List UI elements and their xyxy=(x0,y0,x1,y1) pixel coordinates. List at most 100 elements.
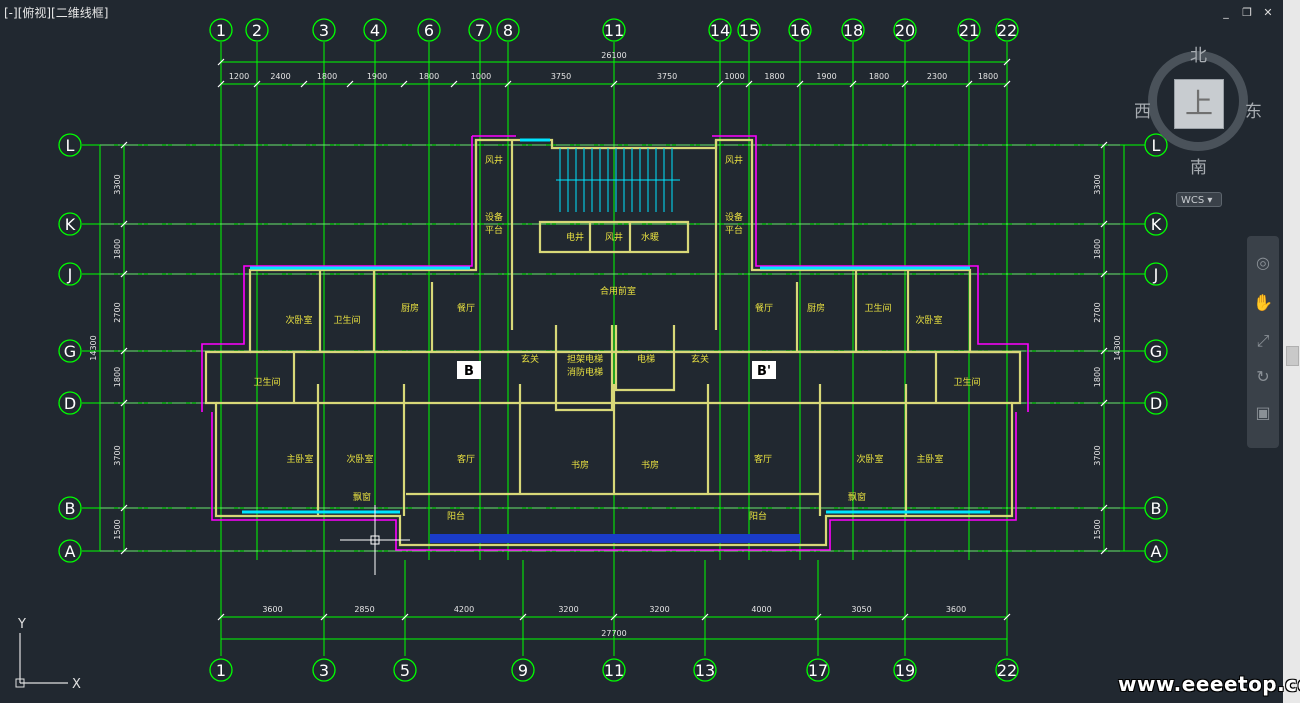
dim-text: 1000 xyxy=(471,72,491,81)
left-axis-label: J xyxy=(67,265,73,284)
bottom-axis-label: 13 xyxy=(695,661,715,680)
scrollbar-thumb[interactable] xyxy=(1286,346,1299,366)
right-axis-label: G xyxy=(1150,342,1162,361)
dim-total-left: 14300 xyxy=(89,335,98,360)
room-label-shufang-r: 书房 xyxy=(641,459,659,471)
dim-text: 1800 xyxy=(113,239,122,259)
top-axis-label: 21 xyxy=(959,21,979,40)
dim-text: 1000 xyxy=(724,72,744,81)
dim-text: 2400 xyxy=(270,72,290,81)
room-label-weishengjian-sl: 卫生间 xyxy=(253,376,280,388)
compass-east[interactable]: 东 xyxy=(1245,97,1262,122)
unit-label-b: B xyxy=(464,364,474,379)
dim-text: 2700 xyxy=(113,302,122,322)
top-axis-label: 20 xyxy=(895,21,915,40)
top-axis-label: 4 xyxy=(370,21,380,40)
room-label-zhuwoshi-l: 主卧室 xyxy=(286,453,313,465)
room-label-fengjing-r: 风井 xyxy=(725,154,743,166)
dim-text: 3200 xyxy=(649,605,669,614)
dim-text: 3700 xyxy=(113,445,122,465)
compass-north[interactable]: 北 xyxy=(1190,41,1207,66)
top-axis-label: 11 xyxy=(604,21,624,40)
room-label-xuanguan-r: 玄关 xyxy=(691,353,709,365)
top-axis-label: 1 xyxy=(216,21,226,40)
room-label-ciwoshi-sr: 次卧室 xyxy=(856,453,883,465)
showmotion-icon[interactable]: ▣ xyxy=(1251,400,1275,426)
dim-text: 1800 xyxy=(317,72,337,81)
room-label-canting-l: 餐厅 xyxy=(457,302,475,314)
dim-text: 3200 xyxy=(558,605,578,614)
left-axis-label: G xyxy=(64,342,76,361)
dim-text: 3300 xyxy=(1093,174,1102,194)
room-label-chufang-l: 厨房 xyxy=(401,302,419,314)
dim-text: 1800 xyxy=(978,72,998,81)
top-axis-label: 7 xyxy=(475,21,485,40)
room-label-ciwoshi-sl: 次卧室 xyxy=(346,453,373,465)
room-label-dianjing: 电井 xyxy=(566,231,584,243)
bottom-axis-label: 5 xyxy=(400,661,410,680)
dim-text: 3300 xyxy=(113,174,122,194)
dim-text: 1800 xyxy=(113,367,122,387)
dim-text: 1200 xyxy=(229,72,249,81)
compass-south[interactable]: 南 xyxy=(1190,153,1207,178)
dim-text: 1500 xyxy=(113,519,122,539)
dim-total-right: 14300 xyxy=(1113,335,1122,360)
top-axis-label: 3 xyxy=(319,21,329,40)
room-label-fengjing-l: 风井 xyxy=(485,154,503,166)
dim-text: 4000 xyxy=(751,605,771,614)
bottom-axis-label: 22 xyxy=(997,661,1017,680)
room-label-zhuwoshi-r: 主卧室 xyxy=(916,453,943,465)
left-axis-label: D xyxy=(64,394,76,413)
restore-icon[interactable]: ❐ xyxy=(1239,6,1255,20)
room-label-shebei-r2: 平台 xyxy=(725,224,743,236)
orbit-icon[interactable]: ↻ xyxy=(1251,364,1275,390)
wcs-menu[interactable]: WCS ▾ xyxy=(1176,192,1222,207)
steering-wheel-icon[interactable]: ◎ xyxy=(1251,250,1275,276)
dim-text: 4200 xyxy=(454,605,474,614)
axis-grid xyxy=(82,42,1145,656)
minimize-icon[interactable]: _ xyxy=(1218,6,1234,20)
top-axis-label: 6 xyxy=(424,21,434,40)
right-axis-label: J xyxy=(1153,265,1159,284)
dim-text: 1900 xyxy=(367,72,387,81)
bottom-axis-label: 9 xyxy=(518,661,528,680)
ucs-y-label: Y xyxy=(17,617,26,632)
viewport-label[interactable]: [-][俯视][二维线框] xyxy=(4,4,108,21)
dim-text: 3700 xyxy=(1093,445,1102,465)
right-axis-label: B xyxy=(1151,499,1162,518)
viewcube-top-face[interactable]: 上 xyxy=(1174,79,1224,129)
watermark: www.eeeetop.com xyxy=(1118,672,1300,696)
room-label-yangtai-l: 阳台 xyxy=(447,510,465,522)
room-label-shebei-r1: 设备 xyxy=(725,211,743,223)
left-axis-label: B xyxy=(65,499,76,518)
room-label-keting-l: 客厅 xyxy=(457,453,475,465)
dim-text: 3050 xyxy=(851,605,871,614)
dim-text: 3600 xyxy=(946,605,966,614)
left-axis-label: K xyxy=(65,215,76,234)
dim-text: 1800 xyxy=(419,72,439,81)
left-axis-label: A xyxy=(65,542,76,561)
dim-text: 1900 xyxy=(816,72,836,81)
dim-text: 2700 xyxy=(1093,302,1102,322)
top-axis-label: 14 xyxy=(710,21,730,40)
dim-text: 3750 xyxy=(657,72,677,81)
drawing-canvas[interactable]: 26100 1200 2400 1800 1900 1800 1000 3750 3750 100… xyxy=(0,0,1283,703)
viewcube[interactable]: 北 南 东 西 上 WCS ▾ xyxy=(1134,45,1262,215)
room-label-canting-r: 餐厅 xyxy=(755,302,773,314)
chevron-down-icon: ▾ xyxy=(1207,195,1213,206)
top-axis-label: 8 xyxy=(503,21,513,40)
dim-text: 1800 xyxy=(764,72,784,81)
dim-text: 3600 xyxy=(262,605,282,614)
room-label-keting-r: 客厅 xyxy=(754,453,772,465)
zoom-extents-icon[interactable]: ⤢ xyxy=(1251,328,1275,354)
pan-hand-icon[interactable]: ✋ xyxy=(1251,290,1275,316)
dim-text: 1800 xyxy=(869,72,889,81)
top-axis-label: 16 xyxy=(790,21,810,40)
room-label-ciwoshi-nl: 次卧室 xyxy=(285,314,312,326)
wall-outline xyxy=(201,135,1029,551)
room-label-shebei-l2: 平台 xyxy=(485,224,503,236)
vertical-scrollbar[interactable] xyxy=(1283,0,1300,703)
close-icon[interactable]: ✕ xyxy=(1260,6,1276,20)
compass-west[interactable]: 西 xyxy=(1134,97,1151,122)
bottom-axis-label: 19 xyxy=(895,661,915,680)
